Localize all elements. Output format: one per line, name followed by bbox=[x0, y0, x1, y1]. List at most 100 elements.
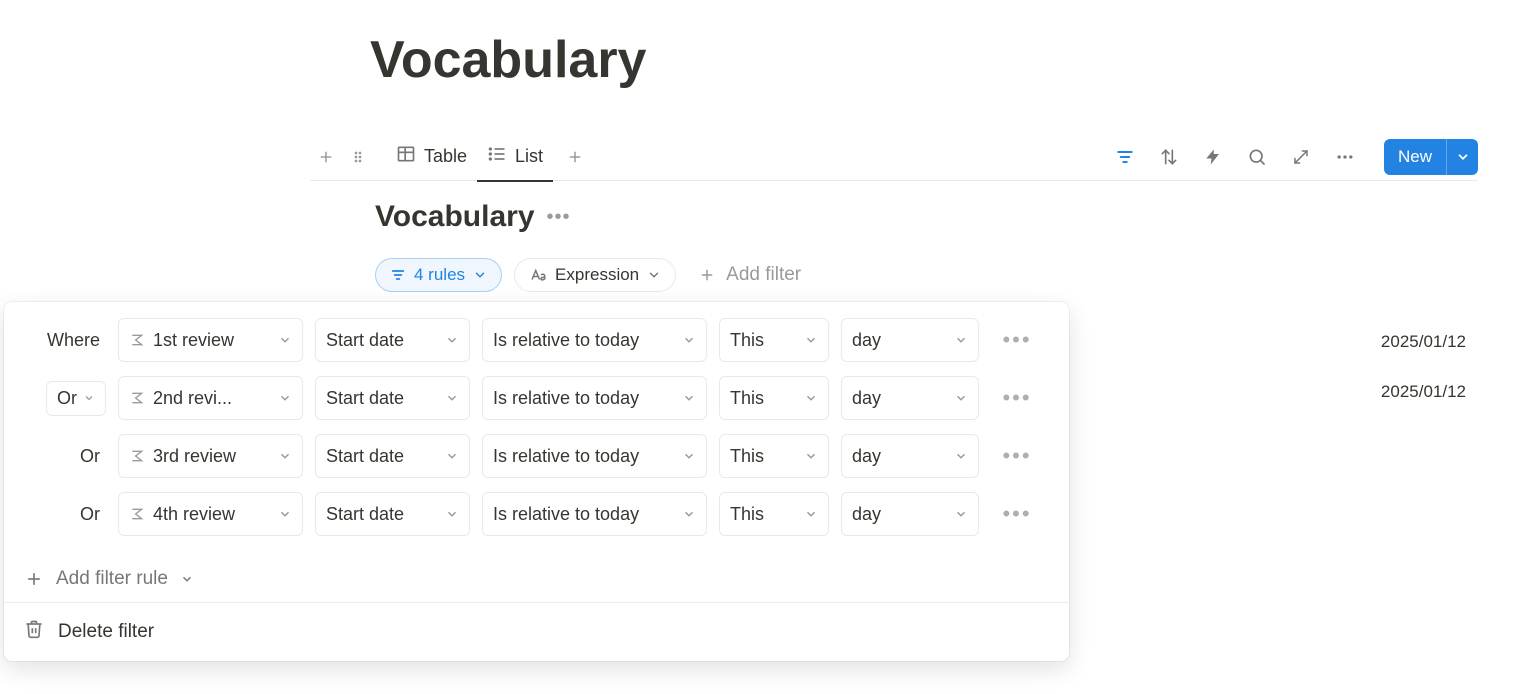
unit-select-value: day bbox=[852, 504, 946, 525]
new-button-dropdown[interactable] bbox=[1446, 139, 1478, 175]
chevron-down-icon bbox=[445, 391, 459, 405]
relative-select[interactable]: This bbox=[719, 376, 829, 420]
property-select[interactable]: Start date bbox=[315, 376, 470, 420]
chevron-down-icon bbox=[804, 333, 818, 347]
add-filter-button[interactable]: Add filter bbox=[688, 258, 811, 292]
formula-icon bbox=[129, 448, 145, 464]
automation-icon[interactable] bbox=[1198, 142, 1228, 172]
add-filter-rule-button[interactable]: Add filter rule bbox=[4, 556, 1069, 602]
relative-select[interactable]: This bbox=[719, 318, 829, 362]
operator-select-value: Is relative to today bbox=[493, 388, 674, 409]
expression-chip[interactable]: Expression bbox=[514, 258, 676, 292]
expand-icon[interactable] bbox=[1286, 142, 1316, 172]
conjunction-select[interactable]: Or bbox=[46, 381, 106, 416]
delete-filter-button[interactable]: Delete filter bbox=[4, 603, 1069, 661]
tab-table-label: Table bbox=[424, 146, 467, 167]
table-icon bbox=[396, 144, 416, 169]
drag-handle-icon[interactable] bbox=[342, 141, 374, 173]
field-select-value: 1st review bbox=[153, 330, 270, 351]
operator-select-value: Is relative to today bbox=[493, 330, 674, 351]
chevron-down-icon bbox=[804, 507, 818, 521]
property-select-value: Start date bbox=[326, 504, 437, 525]
more-icon[interactable] bbox=[1330, 142, 1360, 172]
relative-select-value: This bbox=[730, 330, 796, 351]
operator-select-value: Is relative to today bbox=[493, 504, 674, 525]
unit-select-value: day bbox=[852, 446, 946, 467]
chevron-down-icon bbox=[682, 449, 696, 463]
list-icon bbox=[487, 144, 507, 169]
views-bar: Table List New bbox=[310, 133, 1478, 181]
operator-select-value: Is relative to today bbox=[493, 446, 674, 467]
chevron-down-icon bbox=[278, 391, 292, 405]
where-label: Where bbox=[20, 330, 106, 351]
property-select-value: Start date bbox=[326, 446, 437, 467]
rule-more-icon[interactable]: ••• bbox=[999, 327, 1035, 353]
formula-icon bbox=[129, 390, 145, 406]
property-select[interactable]: Start date bbox=[315, 434, 470, 478]
page-title: Vocabulary bbox=[370, 30, 646, 90]
tab-list[interactable]: List bbox=[477, 133, 553, 181]
operator-select[interactable]: Is relative to today bbox=[482, 434, 707, 478]
filter-panel: Where 1st review Start date Is relative … bbox=[4, 302, 1069, 661]
chevron-down-icon bbox=[278, 333, 292, 347]
relative-select[interactable]: This bbox=[719, 434, 829, 478]
rule-more-icon[interactable]: ••• bbox=[999, 443, 1035, 469]
add-filter-rule-label: Add filter rule bbox=[56, 568, 168, 590]
field-select[interactable]: 4th review bbox=[118, 492, 303, 536]
unit-select[interactable]: day bbox=[841, 492, 979, 536]
property-select[interactable]: Start date bbox=[315, 318, 470, 362]
relative-select-value: This bbox=[730, 388, 796, 409]
relative-select[interactable]: This bbox=[719, 492, 829, 536]
operator-select[interactable]: Is relative to today bbox=[482, 376, 707, 420]
relative-select-value: This bbox=[730, 504, 796, 525]
new-button[interactable]: New bbox=[1384, 139, 1478, 175]
add-tab-icon[interactable] bbox=[559, 141, 591, 173]
operator-select[interactable]: Is relative to today bbox=[482, 318, 707, 362]
delete-filter-label: Delete filter bbox=[58, 621, 154, 643]
rule-more-icon[interactable]: ••• bbox=[999, 501, 1035, 527]
tab-table[interactable]: Table bbox=[386, 133, 477, 181]
chevron-down-icon bbox=[954, 391, 968, 405]
chevron-down-icon bbox=[445, 507, 459, 521]
field-select[interactable]: 1st review bbox=[118, 318, 303, 362]
list-dates: 2025/01/12 2025/01/12 bbox=[1381, 332, 1466, 432]
list-date: 2025/01/12 bbox=[1381, 332, 1466, 382]
search-icon[interactable] bbox=[1242, 142, 1272, 172]
property-select-value: Start date bbox=[326, 330, 437, 351]
filter-rule-row: Or 4th review Start date Is relative to … bbox=[20, 492, 1053, 536]
unit-select[interactable]: day bbox=[841, 376, 979, 420]
chevron-down-icon bbox=[473, 268, 487, 282]
conjunction-value: Or bbox=[57, 388, 77, 409]
property-select[interactable]: Start date bbox=[315, 492, 470, 536]
operator-select[interactable]: Is relative to today bbox=[482, 492, 707, 536]
list-date: 2025/01/12 bbox=[1381, 382, 1466, 432]
add-view-icon[interactable] bbox=[310, 141, 342, 173]
filter-icon[interactable] bbox=[1110, 142, 1140, 172]
filter-rule-row: Or 2nd revi... Start date Is relative to… bbox=[20, 376, 1053, 420]
view-toolbar: New bbox=[1110, 139, 1478, 175]
chevron-down-icon bbox=[445, 449, 459, 463]
rules-chip[interactable]: 4 rules bbox=[375, 258, 502, 292]
relative-select-value: This bbox=[730, 446, 796, 467]
unit-select-value: day bbox=[852, 330, 946, 351]
database-more-icon[interactable]: ••• bbox=[547, 206, 571, 229]
chevron-down-icon bbox=[804, 449, 818, 463]
trash-icon bbox=[24, 619, 44, 645]
field-select[interactable]: 3rd review bbox=[118, 434, 303, 478]
database-title[interactable]: Vocabulary bbox=[375, 200, 535, 234]
conjunction-label: Or bbox=[20, 446, 106, 467]
rule-more-icon[interactable]: ••• bbox=[999, 385, 1035, 411]
field-select-value: 3rd review bbox=[153, 446, 270, 467]
formula-icon bbox=[129, 332, 145, 348]
filter-icon bbox=[390, 267, 406, 283]
filter-rule-row: Or 3rd review Start date Is relative to … bbox=[20, 434, 1053, 478]
unit-select[interactable]: day bbox=[841, 318, 979, 362]
new-button-label[interactable]: New bbox=[1384, 139, 1446, 175]
unit-select[interactable]: day bbox=[841, 434, 979, 478]
sort-icon[interactable] bbox=[1154, 142, 1184, 172]
unit-select-value: day bbox=[852, 388, 946, 409]
chevron-down-icon bbox=[278, 507, 292, 521]
formula-icon bbox=[129, 506, 145, 522]
chevron-down-icon bbox=[445, 333, 459, 347]
field-select[interactable]: 2nd revi... bbox=[118, 376, 303, 420]
